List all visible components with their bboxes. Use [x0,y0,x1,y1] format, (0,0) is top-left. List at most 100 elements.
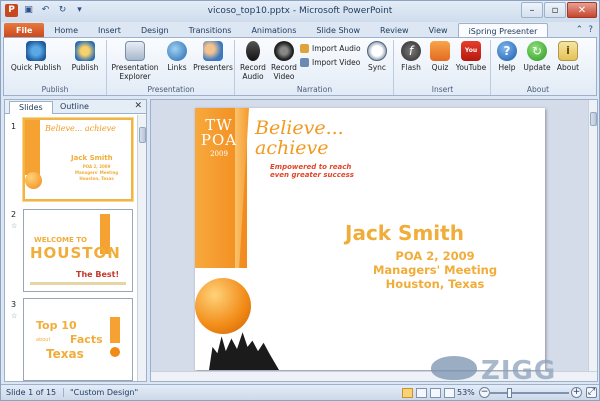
quiz-button[interactable]: Quiz [427,41,453,72]
maximize-icon[interactable]: ▫ [544,2,566,18]
tab-ispring-presenter[interactable]: iSpring Presenter [457,23,549,38]
links-globe-icon [167,41,187,61]
tab-animations[interactable]: Animations [241,23,306,38]
powerpoint-window: P ▣ ↶ ↻ ▾ vicoso_top10.pptx - Microsoft … [0,0,600,401]
title-bar: P ▣ ↶ ↻ ▾ vicoso_top10.pptx - Microsoft … [1,1,599,22]
stopwatch-icon [367,41,387,61]
sync-button[interactable]: Sync [362,41,392,72]
group-label-insert: Insert [431,85,454,94]
flash-button[interactable]: f Flash [397,41,425,72]
thumbnails-scrollbar[interactable] [137,115,146,381]
watermark-whale-logo [431,356,477,380]
record-audio-button[interactable]: Record Audio [237,41,269,81]
normal-view-icon[interactable] [402,388,413,398]
tab-design[interactable]: Design [131,23,179,38]
close-pane-icon[interactable]: ✕ [134,101,142,111]
thumbnail-number: 1 [11,122,17,131]
slide-show-view-icon[interactable] [444,388,455,398]
slide-thumbnail-2[interactable]: WELCOME TO HOUSTON The Best! [23,209,133,292]
slide-line-poa[interactable]: POA 2, 2009 [345,249,525,263]
slide-line-meeting[interactable]: Managers' Meeting [345,263,525,277]
presenters-button[interactable]: Presenters [192,41,234,72]
webcam-icon [274,41,294,61]
presentation-explorer-button[interactable]: Presentation Explorer [110,41,160,81]
slide-crowd-silhouette [209,332,279,370]
slide-counter: Slide 1 of 15 [6,388,57,397]
help-icon[interactable]: ? [588,25,593,35]
youtube-button[interactable]: You YouTube [453,41,489,72]
thumb-dot [110,347,120,357]
microphone-icon [246,41,260,61]
tab-outline[interactable]: Outline [51,101,98,114]
quiz-icon [430,41,450,61]
tab-view[interactable]: View [419,23,458,38]
presentation-explorer-icon [125,41,145,61]
zoom-level[interactable]: 53% [457,388,475,397]
zoom-slider[interactable] [489,392,569,394]
slide-sorter-view-icon[interactable] [416,388,427,398]
quick-publish-icon [26,41,46,61]
youtube-icon: You [461,41,481,61]
thumb-footer-line [30,282,126,285]
pane-tabs: Slides Outline ✕ [5,100,146,114]
group-label-presentation: Presentation [147,85,195,94]
tab-slides[interactable]: Slides [9,101,53,114]
thumb-top10: Top 10 [36,319,77,332]
about-button[interactable]: i About [554,41,582,72]
tab-home[interactable]: Home [44,23,88,38]
zoom-in-icon[interactable]: + [571,387,582,398]
slide-editor: TW POA 2009 Believe... achieve Empowered… [150,99,598,382]
fit-to-window-icon[interactable]: ⤢ [586,387,597,398]
flash-icon: f [401,41,421,61]
ribbon-right-controls: ⌃ ? [576,25,593,35]
thumb-facts: Facts [70,333,103,346]
thumb-the-best: The Best! [76,270,120,279]
thumb-welcome: WELCOME TO [34,236,87,244]
slide-name-title[interactable]: Jack Smith [345,221,464,245]
thumb-about: about [36,337,51,343]
tab-insert[interactable]: Insert [88,23,131,38]
group-presentation: Presentation Explorer Links Presenters P… [108,40,235,95]
presenters-icon [203,41,223,61]
thumb-banner [25,120,40,175]
ribbon: Quick Publish Publish Publish Presentati… [3,37,597,96]
slide-canvas[interactable]: TW POA 2009 Believe... achieve Empowered… [195,108,545,370]
slide-thumbnail-3[interactable]: Top 10 Facts about Texas [23,298,133,381]
watermark-text: ZIGG [481,356,557,386]
thumb-name: Jack Smith [71,154,113,162]
thumbnails-scroll-thumb[interactable] [139,127,146,143]
slide-subtagline: Empowered to reach even greater success [270,163,354,179]
help-button[interactable]: ? Help [494,41,520,72]
thumb-texas: Texas [46,347,84,361]
publish-button[interactable]: Publish [66,41,104,72]
import-audio-button[interactable]: Import Audio [300,44,361,53]
editor-vertical-scrollbar[interactable] [588,100,597,371]
animation-star-icon: ☆ [11,312,18,320]
thumb-lines: POA 2, 2009 Managers' Meeting Houston, T… [75,164,119,181]
slide-tagline: Believe... achieve [255,117,344,159]
import-audio-icon [300,44,309,53]
links-button[interactable]: Links [162,41,192,72]
record-video-button[interactable]: Record Video [268,41,300,81]
tab-transitions[interactable]: Transitions [179,23,242,38]
tab-slide-show[interactable]: Slide Show [306,23,370,38]
minimize-ribbon-icon[interactable]: ⌃ [576,25,584,35]
zoom-slider-knob[interactable] [507,388,512,398]
reading-view-icon[interactable] [430,388,441,398]
slide-orange-ball [195,278,251,334]
group-label-narration: Narration [296,85,333,94]
editor-scroll-thumb[interactable] [590,112,597,126]
update-button[interactable]: ↻ Update [520,41,554,72]
slide-thumbnail-1[interactable]: Believe... achieve Jack Smith POA 2, 200… [23,118,133,201]
import-video-button[interactable]: Import Video [300,58,360,67]
slide-line-location[interactable]: Houston, Texas [345,277,525,291]
thumbnail-number: 2 [11,210,17,219]
tab-file[interactable]: File [4,23,45,38]
minimize-icon[interactable]: – [521,2,543,18]
tab-review[interactable]: Review [370,23,419,38]
window-title: vicoso_top10.pptx - Microsoft PowerPoint [207,6,393,16]
close-icon[interactable]: ✕ [567,2,597,18]
thumb-houston: HOUSTON [30,244,121,262]
quick-publish-button[interactable]: Quick Publish [8,41,64,72]
theme-name[interactable]: "Custom Design" [63,388,138,397]
